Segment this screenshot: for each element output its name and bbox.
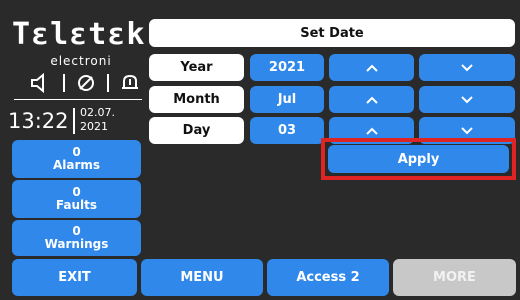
icon-separator — [63, 74, 65, 92]
year-label: Year — [149, 54, 244, 81]
day-label: Day — [149, 117, 244, 144]
clock-date-year: 2021 — [80, 120, 108, 133]
speaker-icon — [30, 73, 52, 93]
alarms-label: Alarms — [52, 158, 101, 172]
year-down-button[interactable] — [419, 54, 515, 81]
chevron-down-icon — [461, 63, 473, 71]
icon-separator — [107, 74, 109, 92]
clock-date-day-month: 02.07. — [80, 106, 115, 119]
exit-button[interactable]: EXIT — [12, 259, 137, 296]
menu-button[interactable]: MENU — [141, 259, 263, 296]
chevron-down-icon — [461, 126, 473, 134]
more-button[interactable]: MORE — [393, 259, 516, 296]
set-date-title: Set Date — [149, 19, 515, 47]
chevron-up-icon — [365, 127, 378, 135]
system-icons — [30, 70, 140, 96]
warnings-button[interactable]: 0 Warnings — [12, 220, 141, 256]
month-value: Jul — [250, 86, 324, 113]
bell-icon — [120, 73, 140, 93]
month-label: Month — [149, 86, 244, 113]
clock-date: 02.07. 2021 — [80, 106, 115, 134]
faults-button[interactable]: 0 Faults — [12, 180, 141, 218]
faults-label: Faults — [55, 198, 98, 212]
brand-divider — [14, 99, 142, 100]
month-down-button[interactable] — [419, 86, 515, 113]
alarms-button[interactable]: 0 Alarms — [12, 140, 141, 178]
mute-icon — [76, 73, 96, 93]
chevron-up-icon — [365, 96, 378, 104]
day-value: 03 — [250, 117, 324, 144]
year-value: 2021 — [250, 54, 324, 81]
clock-separator — [73, 108, 75, 134]
access-button[interactable]: Access 2 — [267, 259, 389, 296]
apply-button[interactable]: Apply — [328, 145, 509, 173]
brand-subtitle: electroni — [50, 54, 112, 68]
chevron-down-icon — [461, 95, 473, 103]
brand-logo: Tɛlɛtɛk — [12, 17, 146, 52]
year-up-button[interactable] — [329, 54, 414, 81]
chevron-up-icon — [365, 64, 378, 72]
warnings-label: Warnings — [44, 237, 109, 251]
month-up-button[interactable] — [329, 86, 414, 113]
clock-time: 13:22 — [8, 109, 69, 133]
